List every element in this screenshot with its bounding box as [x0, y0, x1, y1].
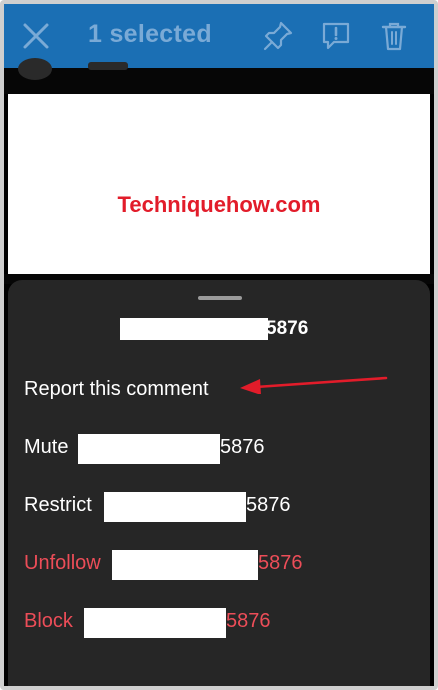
comment-options-sheet: 5876 Report this comment Mute 5876 Restr… [8, 280, 430, 686]
username-suffix: 5876 [266, 318, 309, 339]
phone-screen: 1 selected Techniquehow.com 5876 Report … [0, 0, 438, 690]
menu-item-label: Block [24, 610, 73, 632]
menu-item-mute[interactable]: Mute 5876 [24, 434, 404, 464]
username-suffix: 5876 [246, 494, 291, 516]
sheet-title: 5876 [8, 316, 430, 342]
comment-header-strip [4, 58, 434, 94]
menu-item-unfollow[interactable]: Unfollow 5876 [24, 550, 404, 580]
redacted-username [120, 318, 268, 340]
menu-item-label: Report this comment [24, 378, 209, 400]
username-suffix: 5876 [226, 610, 271, 632]
menu-item-label: Unfollow [24, 552, 101, 574]
trash-icon[interactable] [378, 20, 410, 52]
post-content: Techniquehow.com [8, 94, 430, 274]
redacted-username [78, 434, 220, 464]
menu-item-label: Restrict [24, 494, 92, 516]
redacted-username [84, 608, 226, 638]
redacted-username [104, 492, 246, 522]
menu-item-block[interactable]: Block 5876 [24, 608, 404, 638]
sheet-drag-handle[interactable] [198, 296, 242, 300]
menu-item-label: Mute [24, 436, 69, 458]
watermark-text: Techniquehow.com [117, 192, 321, 217]
username-suffix: 5876 [258, 552, 303, 574]
avatar [18, 58, 52, 80]
report-icon[interactable] [320, 20, 352, 52]
pin-icon[interactable] [262, 20, 294, 52]
selection-count: 1 selected [88, 20, 212, 48]
annotation-arrow-icon [240, 376, 388, 394]
menu-item-restrict[interactable]: Restrict 5876 [24, 492, 404, 522]
redacted-username [112, 550, 258, 580]
close-icon[interactable] [20, 20, 52, 52]
username-suffix: 5876 [220, 436, 265, 458]
selection-toolbar: 1 selected [4, 4, 434, 68]
username-placeholder [88, 62, 128, 70]
